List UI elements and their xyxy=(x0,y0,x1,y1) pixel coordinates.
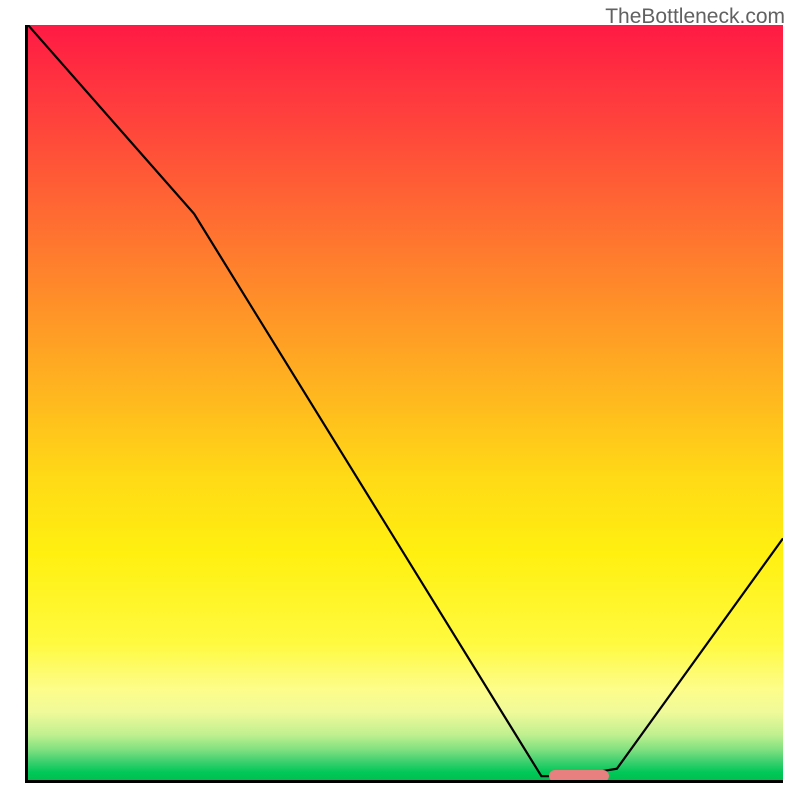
optimal-marker xyxy=(549,770,609,782)
chart-container: TheBottleneck.com xyxy=(0,0,800,800)
watermark-text: TheBottleneck.com xyxy=(605,5,785,29)
plot-area xyxy=(25,25,783,783)
bottleneck-curve xyxy=(28,25,783,776)
curve-svg xyxy=(28,25,783,780)
